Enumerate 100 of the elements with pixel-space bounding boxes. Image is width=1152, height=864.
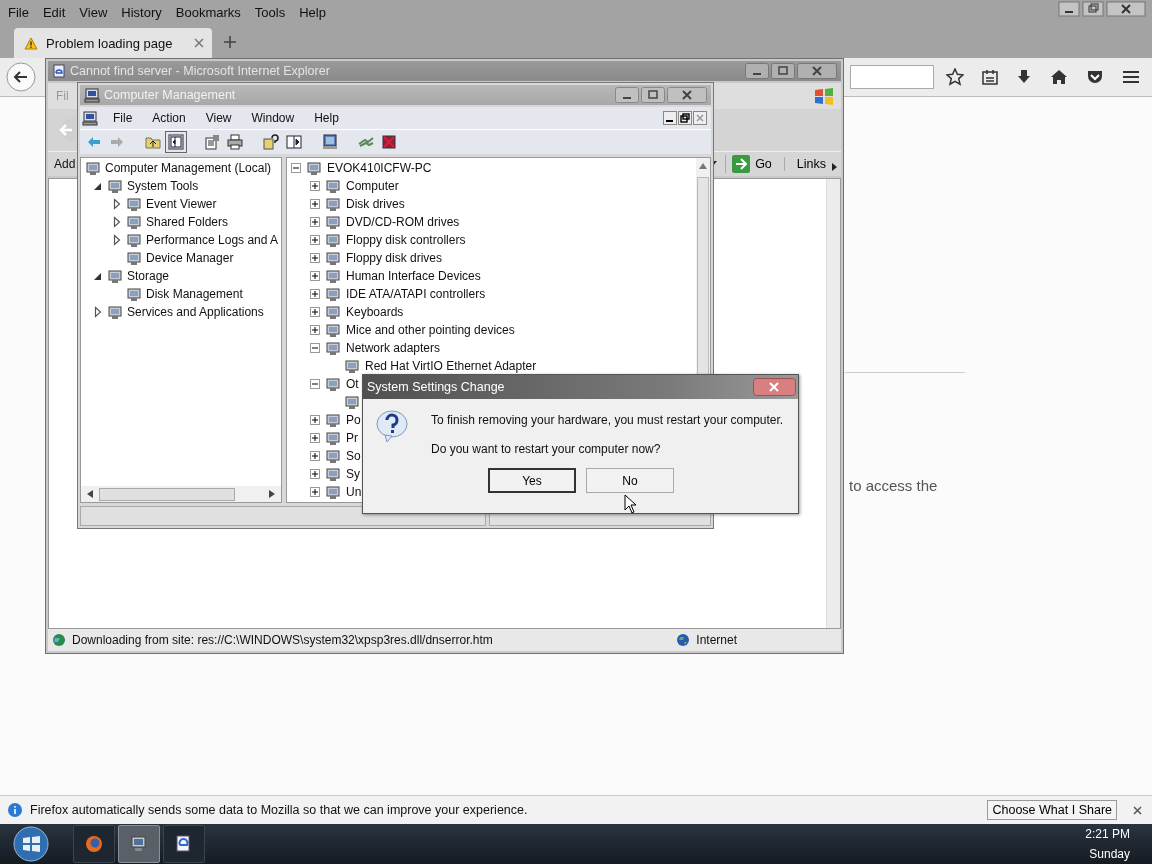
close-icon[interactable] xyxy=(1106,1,1146,17)
help-icon[interactable] xyxy=(263,134,279,150)
tree-item[interactable]: Human Interface Devices xyxy=(345,269,483,283)
panel-icon[interactable] xyxy=(286,134,302,150)
tree-item[interactable]: Services and Applications xyxy=(126,305,266,319)
minus-icon[interactable] xyxy=(291,162,302,174)
collapsed-icon[interactable] xyxy=(111,198,123,210)
plus-icon[interactable] xyxy=(310,180,321,192)
menu-item[interactable]: Help xyxy=(314,111,339,125)
tree-item[interactable]: Po xyxy=(345,413,363,427)
collapsed-icon[interactable] xyxy=(111,216,123,228)
plus-icon[interactable] xyxy=(310,270,321,282)
minimize-icon[interactable] xyxy=(663,111,677,125)
tree-item[interactable]: Shared Folders xyxy=(145,215,231,229)
menu-item[interactable]: Window xyxy=(251,111,295,125)
minus-icon[interactable] xyxy=(310,378,321,390)
plus-icon[interactable] xyxy=(310,198,321,210)
tree-item[interactable]: Mice and other pointing devices xyxy=(345,323,517,337)
plus-icon[interactable] xyxy=(310,306,321,318)
properties-icon[interactable] xyxy=(204,134,220,150)
tree-item[interactable]: Computer xyxy=(345,179,401,193)
plus-icon[interactable] xyxy=(310,414,321,426)
plus-icon[interactable] xyxy=(310,216,321,228)
tree-item[interactable]: Sy xyxy=(345,467,362,481)
restore-icon[interactable] xyxy=(678,111,692,125)
menu-item[interactable]: View xyxy=(79,4,108,20)
tree-item[interactable]: Event Viewer xyxy=(145,197,219,211)
tree-item[interactable]: Un xyxy=(345,485,364,499)
tree-item[interactable]: Device Manager xyxy=(145,251,236,265)
tree-item[interactable]: Pr xyxy=(345,431,360,445)
download-icon[interactable] xyxy=(1016,69,1032,85)
menu-item[interactable]: Edit xyxy=(42,4,66,20)
plus-icon[interactable] xyxy=(310,468,321,480)
close-icon[interactable] xyxy=(667,87,707,103)
tree-item[interactable]: System Tools xyxy=(126,179,201,193)
scrollbar[interactable] xyxy=(81,486,281,502)
back-icon[interactable] xyxy=(6,62,36,92)
new-tab-icon[interactable] xyxy=(224,36,236,48)
tree-item[interactable]: IDE ATA/ATAPI controllers xyxy=(345,287,488,301)
tree-item[interactable]: So xyxy=(345,449,363,463)
menu-item[interactable]: History xyxy=(121,4,162,20)
printer-icon[interactable] xyxy=(227,134,243,150)
home-icon[interactable] xyxy=(1050,69,1068,85)
plus-icon[interactable] xyxy=(310,234,321,246)
tree-item[interactable]: Ot xyxy=(345,377,361,391)
tree-item[interactable]: DVD/CD-ROM drives xyxy=(345,215,462,229)
plus-icon[interactable] xyxy=(310,486,321,498)
menu-item[interactable]: View xyxy=(205,111,232,125)
tree-item[interactable]: Floppy disk drives xyxy=(345,251,445,265)
menu-item[interactable]: Help xyxy=(299,4,326,20)
choose-button[interactable]: Choose What I Share xyxy=(987,800,1117,820)
minimize-icon[interactable] xyxy=(1058,1,1080,17)
tree-item[interactable]: Disk drives xyxy=(345,197,407,211)
menu-icon[interactable] xyxy=(1122,69,1140,85)
scroll-thumb[interactable] xyxy=(99,487,235,501)
list-icon[interactable] xyxy=(982,69,998,85)
close-icon[interactable] xyxy=(753,378,796,396)
maximize-icon[interactable] xyxy=(771,63,795,79)
close-icon[interactable] xyxy=(194,38,204,48)
menu-item[interactable]: File xyxy=(113,111,133,125)
menu-item[interactable]: Action xyxy=(152,111,186,125)
panel-icon[interactable] xyxy=(168,134,184,150)
browser-tab[interactable]: Problem loading page xyxy=(14,28,212,58)
pocket-icon[interactable] xyxy=(1086,69,1104,85)
minus-icon[interactable] xyxy=(310,342,321,354)
menu-item[interactable]: File xyxy=(8,4,29,20)
collapsed-icon[interactable] xyxy=(92,306,104,318)
tree-item[interactable]: Performance Logs and A xyxy=(145,233,281,247)
tree-item[interactable]: EVOK410ICFW-PC xyxy=(326,161,434,175)
dialog-button[interactable]: Yes xyxy=(488,468,576,493)
tree-item[interactable]: Network adapters xyxy=(345,341,443,355)
collapsed-icon[interactable] xyxy=(111,234,123,246)
taskbar-button[interactable] xyxy=(163,825,205,863)
star-icon[interactable] xyxy=(946,68,964,86)
plus-icon[interactable] xyxy=(310,450,321,462)
scrollbar[interactable] xyxy=(826,179,840,628)
plus-icon[interactable] xyxy=(310,252,321,264)
plus-icon[interactable] xyxy=(310,288,321,300)
maximize-icon[interactable] xyxy=(641,87,665,103)
dialog-button[interactable]: No xyxy=(586,468,674,493)
tree-item[interactable]: Red Hat VirtIO Ethernet Adapter xyxy=(364,359,539,373)
computer-icon[interactable] xyxy=(322,134,338,150)
right-arrow-icon[interactable] xyxy=(269,490,275,498)
menu-item[interactable]: Bookmarks xyxy=(175,4,241,20)
tree-item[interactable]: Computer Management (Local) xyxy=(104,161,274,175)
start-icon[interactable] xyxy=(12,825,50,863)
chevron-icon[interactable] xyxy=(832,163,837,171)
close-icon[interactable] xyxy=(1133,805,1142,815)
left-arrow-icon[interactable] xyxy=(87,490,93,498)
go-button[interactable]: Go xyxy=(725,155,784,173)
tree-item[interactable]: Storage xyxy=(126,269,172,283)
plus-icon[interactable] xyxy=(310,432,321,444)
tree-item[interactable]: Floppy disk controllers xyxy=(345,233,468,247)
menu-item[interactable]: Tools xyxy=(254,4,286,20)
url-field[interactable] xyxy=(850,65,934,89)
tree-item[interactable]: Keyboards xyxy=(345,305,406,319)
tree-item[interactable]: Disk Management xyxy=(145,287,245,301)
folder-up-icon[interactable] xyxy=(145,134,161,150)
plus-icon[interactable] xyxy=(310,324,321,336)
up-arrow-icon[interactable] xyxy=(699,163,707,169)
